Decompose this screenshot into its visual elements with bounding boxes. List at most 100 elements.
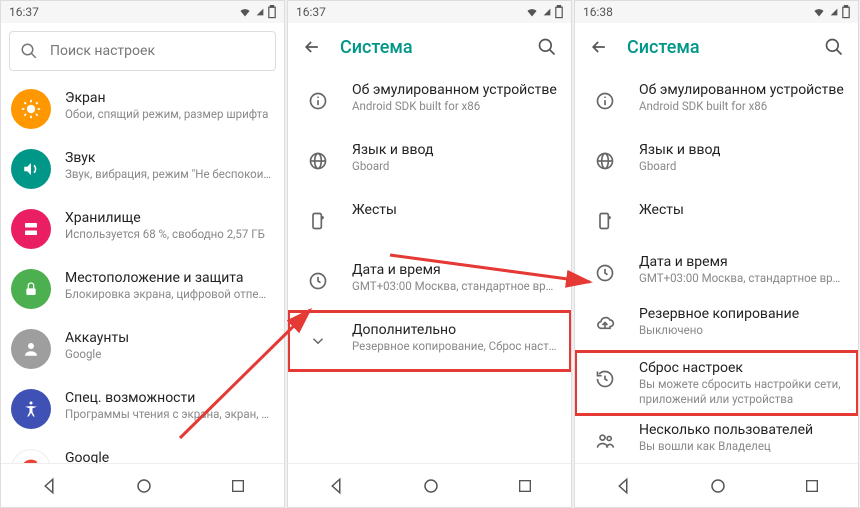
item-language[interactable]: Язык и вводGboard: [288, 131, 571, 191]
cloud-upload-icon: [585, 305, 625, 345]
status-bar: 16:38: [575, 1, 858, 23]
item-datetime[interactable]: Дата и времяGMT+03:00 Москва, стандартно…: [288, 251, 571, 311]
row-subtitle: Android SDK built for x86: [639, 99, 846, 114]
back-button[interactable]: [579, 27, 619, 67]
row-subtitle: Gboard: [352, 159, 559, 174]
status-bar: 16:37: [288, 1, 571, 23]
nav-bar: [288, 463, 571, 507]
phone-screen-system-expanded: 16:38 Система Об эмулированном устройств…: [574, 0, 859, 508]
system-list: Об эмулированном устройствеAndroid SDK b…: [288, 71, 571, 463]
nav-back-icon[interactable]: [614, 477, 632, 495]
back-button[interactable]: [292, 27, 332, 67]
item-datetime[interactable]: Дата и времяGMT+03:00 Москва, стандартно…: [575, 247, 858, 299]
lock-icon: [11, 269, 51, 309]
row-title: Об эмулированном устройстве: [352, 81, 559, 99]
search-button[interactable]: [814, 27, 854, 67]
nav-home-icon[interactable]: [709, 477, 727, 495]
row-subtitle: Android SDK built for x86: [352, 99, 559, 114]
signal-icon: [543, 6, 551, 18]
settings-list: ЭкранОбои, спящий режим, размер шрифта З…: [1, 79, 284, 463]
phone-screen-settings: 16:37 Поиск настроек ЭкранОбои, спящий р…: [0, 0, 285, 508]
row-title: Язык и ввод: [639, 141, 846, 159]
system-list-expanded: Об эмулированном устройствеAndroid SDK b…: [575, 71, 858, 463]
row-subtitle: Google: [65, 347, 272, 362]
item-storage[interactable]: ХранилищеИспользуется 68 %, свободно 2,5…: [1, 199, 284, 259]
info-icon: [298, 81, 338, 121]
nav-home-icon[interactable]: [422, 477, 440, 495]
wifi-icon: [238, 6, 252, 18]
row-title: Местоположение и защита: [65, 269, 272, 287]
row-title: Дополнительно: [352, 321, 559, 339]
nav-recent-icon[interactable]: [517, 478, 533, 494]
google-icon: [11, 449, 51, 463]
globe-icon: [298, 141, 338, 181]
restore-icon: [585, 359, 625, 399]
chevron-down-icon: [298, 321, 338, 361]
row-subtitle: Блокировка экрана, цифровой отпечаток: [65, 287, 272, 302]
signal-icon: [830, 6, 838, 18]
status-icons: [812, 5, 850, 19]
accessibility-icon: [11, 389, 51, 429]
item-sound[interactable]: ЗвукЗвук, вибрация, режим "Не беспокоить…: [1, 139, 284, 199]
search-icon: [20, 42, 38, 60]
item-display[interactable]: ЭкранОбои, спящий режим, размер шрифта: [1, 79, 284, 139]
item-accounts[interactable]: АккаунтыGoogle: [1, 319, 284, 379]
item-google[interactable]: GoogleСервисы и настройки: [1, 439, 284, 463]
clock: 16:38: [583, 5, 613, 19]
item-language[interactable]: Язык и вводGboard: [575, 131, 858, 191]
row-title: Об эмулированном устройстве: [639, 81, 846, 99]
clock: 16:37: [296, 5, 326, 19]
nav-recent-icon[interactable]: [230, 478, 246, 494]
arrow-left-icon: [302, 37, 322, 57]
item-about[interactable]: Об эмулированном устройствеAndroid SDK b…: [288, 71, 571, 131]
display-icon: [11, 89, 51, 129]
app-bar: Система: [575, 23, 858, 71]
row-title: Дата и время: [352, 261, 559, 279]
search-icon: [537, 37, 557, 57]
row-subtitle: Обои, спящий режим, размер шрифта: [65, 107, 272, 122]
search-input[interactable]: Поиск настроек: [9, 31, 276, 71]
row-title: Дата и время: [639, 253, 846, 271]
item-gestures[interactable]: Жесты: [575, 191, 858, 247]
item-about[interactable]: Об эмулированном устройствеAndroid SDK b…: [575, 71, 858, 131]
row-title: Спец. возможности: [65, 389, 272, 407]
row-title: Жесты: [352, 201, 559, 219]
item-users[interactable]: Несколько пользователейВы вошли как Влад…: [575, 415, 858, 463]
person-icon: [11, 329, 51, 369]
item-backup[interactable]: Резервное копированиеВыключено: [575, 299, 858, 351]
people-icon: [585, 421, 625, 461]
row-title: Сброс настроек: [639, 359, 846, 377]
row-title: Экран: [65, 89, 272, 107]
nav-back-icon[interactable]: [40, 477, 58, 495]
battery-icon: [842, 5, 850, 19]
row-subtitle: Резервное копирование, Сброс настроек, Н…: [352, 339, 559, 354]
row-subtitle: Вы можете сбросить настройки сети, прило…: [639, 377, 846, 407]
nav-recent-icon[interactable]: [804, 478, 820, 494]
item-reset[interactable]: Сброс настроекВы можете сбросить настрой…: [575, 351, 858, 415]
battery-icon: [268, 5, 276, 19]
row-title: Жесты: [639, 201, 846, 219]
status-icons: [525, 5, 563, 19]
row-subtitle: Звук, вибрация, режим "Не беспокоить": [65, 167, 272, 182]
item-gestures[interactable]: Жесты: [288, 191, 571, 251]
nav-bar: [575, 463, 858, 507]
wifi-icon: [525, 6, 539, 18]
row-subtitle: GMT+03:00 Москва, стандартное время: [639, 271, 846, 286]
app-bar: Система: [288, 23, 571, 71]
row-subtitle: Gboard: [639, 159, 846, 174]
clock: 16:37: [9, 5, 39, 19]
row-subtitle: Используется 68 %, свободно 2,57 ГБ: [65, 227, 272, 242]
row-subtitle: Выключено: [639, 323, 846, 338]
item-security[interactable]: Местоположение и защитаБлокировка экрана…: [1, 259, 284, 319]
wifi-icon: [812, 6, 826, 18]
nav-home-icon[interactable]: [135, 477, 153, 495]
item-advanced[interactable]: ДополнительноРезервное копирование, Сбро…: [288, 311, 571, 371]
globe-icon: [585, 141, 625, 181]
status-icons: [238, 5, 276, 19]
row-subtitle: Вы вошли как Владелец: [639, 439, 846, 454]
nav-back-icon[interactable]: [327, 477, 345, 495]
item-accessibility[interactable]: Спец. возможностиПрограммы чтения с экра…: [1, 379, 284, 439]
search-button[interactable]: [527, 27, 567, 67]
appbar-title: Система: [332, 37, 527, 58]
phone-screen-system: 16:37 Система Об эмулированном устройств…: [287, 0, 572, 508]
